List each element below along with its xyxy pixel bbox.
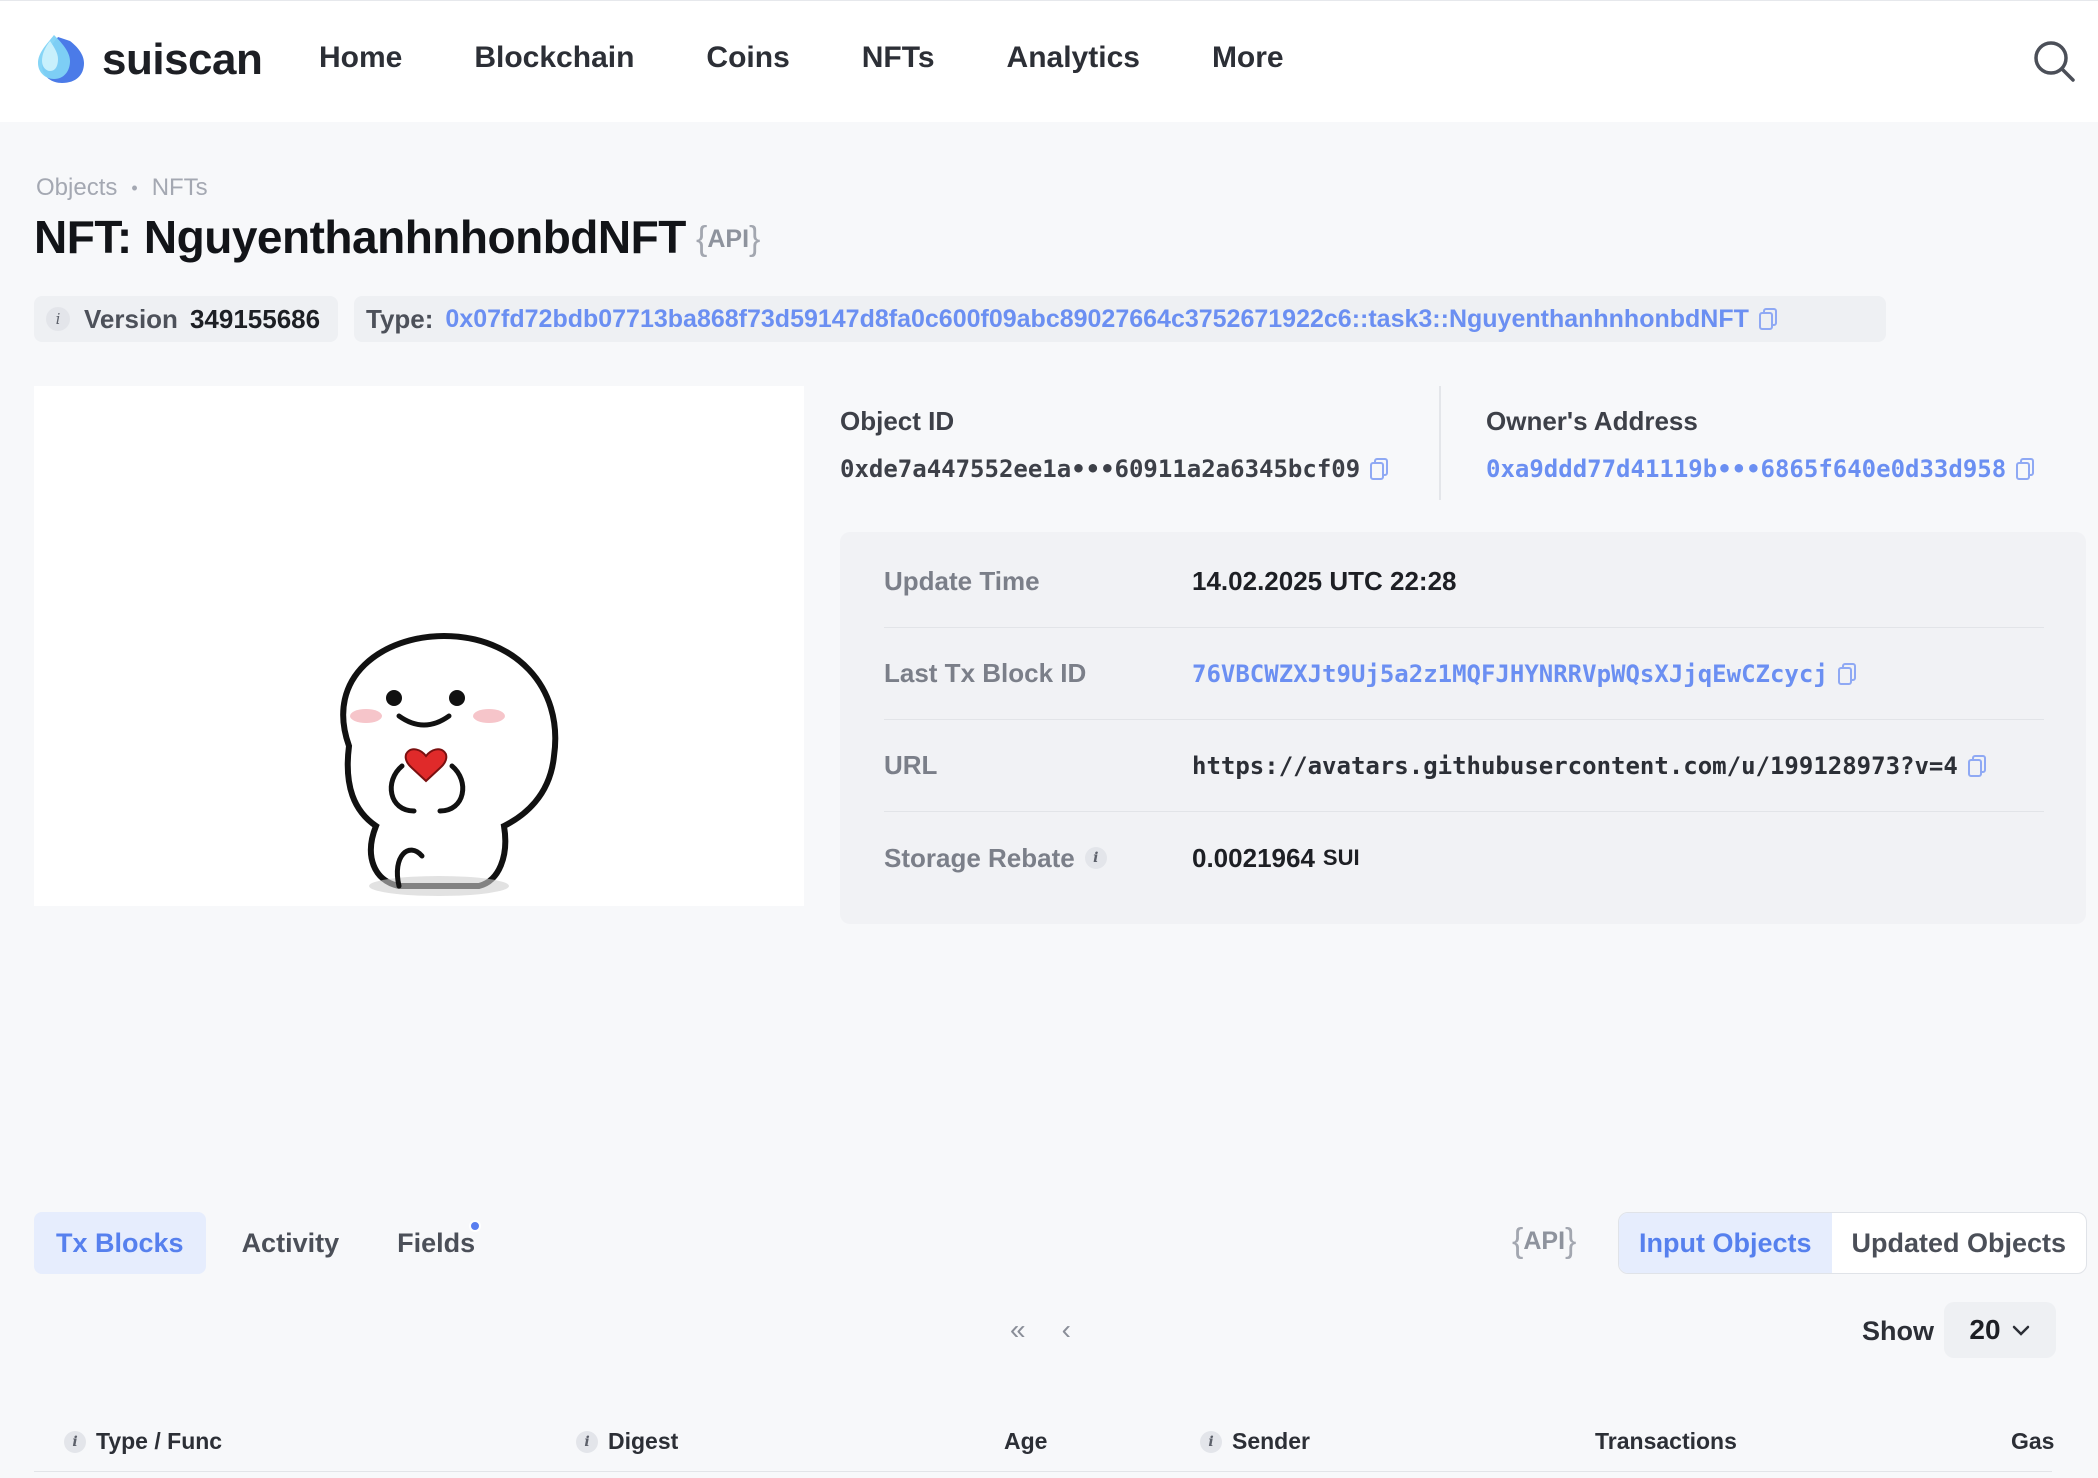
storage-rebate-value-wrap: 0.0021964 SUI (1192, 843, 1360, 874)
info-icon[interactable]: i (1200, 1430, 1222, 1453)
url-label: URL (884, 750, 938, 780)
prev-page-icon[interactable]: ‹ (1062, 1314, 1071, 1346)
owner-label: Owner's Address (1486, 406, 1698, 436)
last-tx-link[interactable]: 76VBCWZXJt9Uj5a2z1MQFJHYNRRVpWQsXJjqEwCZ… (1192, 660, 1828, 688)
url-text: https://avatars.githubusercontent.com/u/… (1192, 751, 1958, 780)
nav-coins[interactable]: Coins (706, 41, 789, 75)
details-card: Update Time 14.02.2025 UTC 22:28 Last Tx… (840, 532, 2086, 924)
storage-rebate-label-wrap: Storage Rebate i (884, 843, 1192, 874)
tab-activity[interactable]: Activity (220, 1212, 362, 1274)
update-time-label: Update Time (884, 566, 1040, 596)
storage-rebate-label: Storage Rebate (884, 842, 1075, 873)
page-size-value: 20 (1969, 1314, 2001, 1345)
nav-nfts[interactable]: NFTs (862, 41, 935, 75)
col-sender-label: Sender (1232, 1428, 1310, 1454)
info-icon[interactable]: i (64, 1430, 86, 1453)
storage-rebate-value: 0.0021964 (1192, 842, 1315, 873)
updated-objects-button[interactable]: Updated Objects (1832, 1213, 2087, 1273)
object-id-text: 0xde7a447552ee1a•••60911a2a6345bcf09 (840, 455, 1361, 483)
object-id-block: Object ID 0xde7a447552ee1a•••60911a2a634… (840, 406, 1390, 483)
brace-close: } (749, 220, 761, 258)
last-tx-row: Last Tx Block ID 76VBCWZXJt9Uj5a2z1MQFJH… (884, 628, 2044, 720)
col-type-func-label: Type / Func (96, 1428, 223, 1454)
copy-icon[interactable] (1368, 457, 1390, 481)
nft-image (340, 632, 559, 896)
col-transactions: Transactions (1595, 1428, 1737, 1455)
api-link-tx[interactable]: { API } (1512, 1222, 1576, 1261)
notification-dot (469, 1220, 482, 1232)
info-icon[interactable]: i (576, 1430, 598, 1453)
logo-text: suiscan (102, 35, 263, 84)
col-type-func: i Type / Func (64, 1428, 222, 1455)
type-label: Type: (366, 303, 434, 334)
last-tx-label: Last Tx Block ID (884, 658, 1087, 688)
col-digest: i Digest (576, 1428, 678, 1455)
tab-fields-label: Fields (397, 1227, 476, 1258)
nav-more[interactable]: More (1212, 41, 1284, 75)
url-row: URL https://avatars.githubusercontent.co… (884, 720, 2044, 812)
page-size-select[interactable]: 20 (1944, 1302, 2056, 1358)
nav-blockchain[interactable]: Blockchain (474, 41, 634, 75)
page-title: NFT: NguyenthanhnhonbdNFT (34, 211, 686, 263)
last-tx-value: 76VBCWZXJt9Uj5a2z1MQFJHYNRRVpWQsXJjqEwCZ… (1192, 660, 1858, 688)
storage-rebate-unit: SUI (1322, 845, 1360, 870)
top-header: suiscan Home Blockchain Coins NFTs Analy… (0, 0, 2098, 122)
nav-analytics[interactable]: Analytics (1007, 41, 1140, 75)
table-header: i Type / Func i Digest Age i Sender Tran… (34, 1410, 2054, 1472)
brace-close: } (1565, 1222, 1577, 1260)
col-digest-label: Digest (608, 1428, 679, 1454)
update-time-row: Update Time 14.02.2025 UTC 22:28 (884, 536, 2044, 628)
copy-icon[interactable] (2014, 457, 2036, 481)
owner-block: Owner's Address 0xa9ddd77d41119b•••6865f… (1486, 406, 2036, 483)
copy-icon[interactable] (1836, 662, 1858, 686)
version-chip: i Version 349155686 (34, 296, 338, 342)
col-age: Age (1004, 1428, 1047, 1455)
object-id-label: Object ID (840, 406, 955, 436)
search-icon[interactable] (2032, 39, 2076, 83)
tabs: Tx Blocks Activity Fields (34, 1212, 511, 1274)
info-icon[interactable]: i (1084, 847, 1107, 869)
nav-home[interactable]: Home (319, 41, 402, 75)
url-value: https://avatars.githubusercontent.com/u/… (1192, 752, 1988, 780)
brace-open: { (1512, 1222, 1524, 1260)
divider (1439, 386, 1441, 500)
objects-toggle: Input Objects Updated Objects (1618, 1212, 2088, 1274)
info-icon[interactable]: i (46, 307, 70, 331)
col-age-label: Age (1004, 1428, 1048, 1454)
brace-open: { (696, 220, 708, 258)
breadcrumb-objects[interactable]: Objects (36, 174, 117, 202)
chevron-down-icon (2012, 1325, 2029, 1336)
breadcrumb-nfts[interactable]: NFTs (152, 174, 208, 202)
show-label: Show (1862, 1316, 1934, 1346)
object-id-value: 0xde7a447552ee1a•••60911a2a6345bcf09 (840, 455, 1390, 483)
nft-image-panel (34, 386, 804, 906)
update-time-value: 14.02.2025 UTC 22:28 (1192, 566, 1457, 596)
main-nav: Home Blockchain Coins NFTs Analytics Mor… (319, 41, 1356, 75)
storage-rebate-row: Storage Rebate i 0.0021964 SUI (884, 812, 2044, 904)
copy-icon[interactable] (1966, 754, 1988, 778)
first-page-icon[interactable]: « (1010, 1314, 1026, 1346)
type-chip: Type: 0x07fd72bdb07713ba868f73d59147d8fa… (354, 296, 1886, 342)
breadcrumb-separator: • (131, 177, 138, 198)
tab-tx-blocks[interactable]: Tx Blocks (34, 1212, 206, 1274)
api-label: API (707, 225, 750, 253)
owner-address: 0xa9ddd77d41119b•••6865f640e0d33d958 (1486, 455, 2036, 483)
api-label-tx: API (1523, 1227, 1566, 1255)
breadcrumb: Objects • NFTs (36, 174, 208, 202)
input-objects-button[interactable]: Input Objects (1619, 1213, 1832, 1273)
tab-fields[interactable]: Fields (375, 1212, 497, 1274)
col-transactions-label: Transactions (1595, 1428, 1737, 1454)
logo[interactable]: suiscan (36, 33, 263, 87)
version-label: Version (84, 303, 178, 334)
type-link[interactable]: 0x07fd72bdb07713ba868f73d59147d8fa0c600f… (445, 305, 1748, 334)
api-link[interactable]: { API } (696, 220, 760, 259)
version-value: 349155686 (189, 303, 321, 334)
copy-icon[interactable] (1757, 307, 1779, 331)
col-gas-label: Gas (2011, 1428, 2055, 1454)
col-sender: i Sender (1200, 1428, 1310, 1455)
suiscan-logo-icon (38, 35, 84, 83)
owner-address-link[interactable]: 0xa9ddd77d41119b•••6865f640e0d33d958 (1486, 455, 2006, 483)
pagination: « ‹ (1010, 1314, 1071, 1346)
col-gas: Gas (2011, 1428, 2054, 1455)
